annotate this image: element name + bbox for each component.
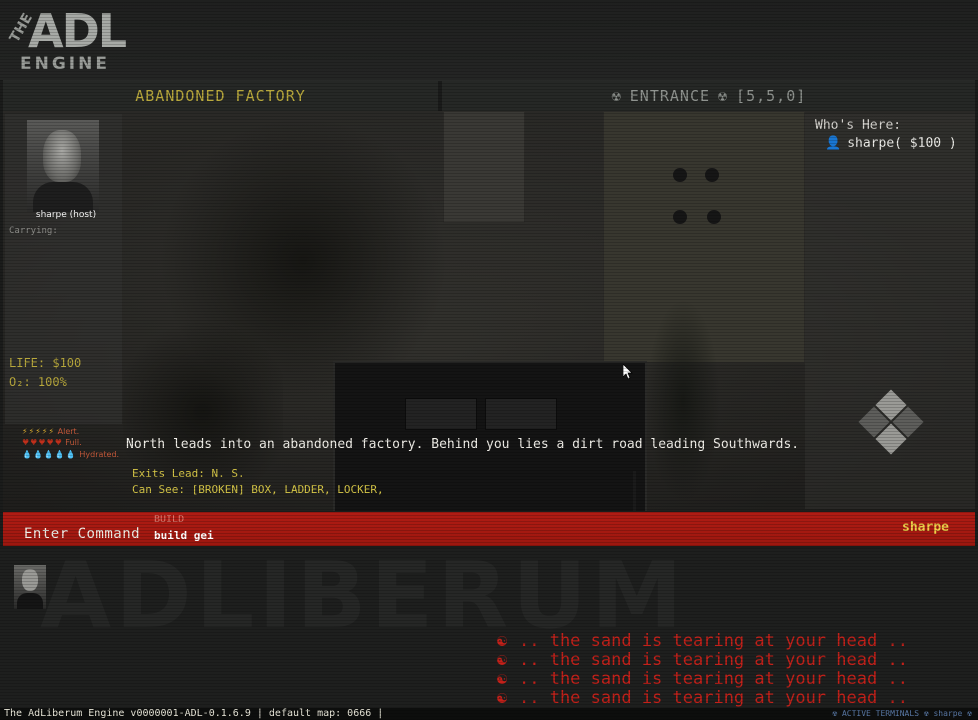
- command-input[interactable]: [151, 527, 657, 543]
- player-name: sharpe (host): [35, 210, 97, 220]
- avatar-body: [33, 182, 93, 212]
- chat-avatar[interactable]: [14, 565, 46, 609]
- pole: [633, 471, 636, 511]
- player-avatar[interactable]: [27, 120, 99, 212]
- wall-hole: [707, 210, 721, 224]
- door-window: [405, 398, 477, 430]
- water-drop-icon: 💧💧💧💧💧: [22, 450, 77, 459]
- yin-yang-icon: ☯: [497, 650, 508, 670]
- indicator-label: Alert.: [57, 427, 80, 436]
- command-bar: Enter Command BUILD sharpe: [3, 512, 975, 546]
- wall-hole: [673, 210, 687, 224]
- avatar-body: [17, 593, 43, 609]
- exits-list: Exits Lead: N. S.: [132, 467, 245, 480]
- user-name: sharpe( $100 ): [847, 136, 957, 151]
- window-frame: [443, 111, 525, 223]
- lightning-icon: ⚡⚡⚡⚡⚡: [22, 427, 56, 436]
- room-name: ENTRANCE: [629, 87, 711, 105]
- carrying-label: Carrying:: [9, 226, 58, 236]
- wall-hole: [673, 168, 687, 182]
- adliberum-watermark: ADLIBERUM: [40, 548, 687, 649]
- message-line: ☯.. the sand is tearing at your head ..: [497, 650, 908, 670]
- version-info: The AdLiberum Engine v0000001-ADL-0.1.6.…: [4, 708, 384, 719]
- whos-here-label: Who's Here:: [815, 118, 902, 133]
- logo-adl: ADL: [28, 4, 127, 58]
- header: THE ADL ENGINE: [0, 0, 978, 80]
- avatar-face: [43, 130, 81, 182]
- message-line: ☯.. the sand is tearing at your head ..: [497, 631, 908, 651]
- message-log: ☯.. the sand is tearing at your head .. …: [497, 632, 908, 708]
- visible-items: Can See: [BROKEN] BOX, LADDER, LOCKER,: [132, 483, 384, 496]
- door-window: [485, 398, 557, 430]
- command-hint: BUILD: [154, 514, 185, 525]
- command-user: sharpe: [902, 520, 949, 535]
- yin-yang-icon: ☯: [497, 688, 508, 708]
- command-label: Enter Command: [24, 526, 141, 542]
- water-indicator: 💧💧💧💧💧 Hydrated.: [22, 450, 119, 459]
- food-indicator: ♥♥♥♥♥ Full.: [22, 438, 82, 447]
- indicator-label: Full.: [65, 438, 82, 447]
- logo-engine: ENGINE: [20, 54, 110, 74]
- life-stat: LIFE: $100: [9, 356, 82, 370]
- tree: [643, 291, 723, 511]
- oxygen-stat: O₂: 100%: [9, 375, 67, 389]
- active-terminals: ☢ ACTIVE TERMINALS ☢ sharpe ☢: [832, 709, 972, 718]
- message-line: ☯.. the sand is tearing at your head ..: [497, 688, 908, 708]
- yin-yang-icon: ☯: [497, 631, 508, 651]
- room-coords: [5,5,0]: [736, 87, 807, 105]
- yin-yang-icon: ☯: [497, 669, 508, 689]
- room-title: ☢ ENTRANCE ☢ [5,5,0]: [443, 81, 975, 111]
- status-bar: The AdLiberum Engine v0000001-ADL-0.1.6.…: [0, 708, 978, 720]
- radiation-icon: ☢: [718, 87, 729, 105]
- user-icon: 👤: [825, 136, 842, 151]
- alert-indicator: ⚡⚡⚡⚡⚡ Alert.: [22, 427, 79, 436]
- chat-area: ADLIBERUM ☯.. the sand is tearing at you…: [0, 548, 978, 708]
- ivy-vines: [123, 311, 283, 511]
- avatar-face: [22, 569, 38, 591]
- user-list-item[interactable]: 👤 sharpe( $100 ): [825, 136, 957, 151]
- location-name: ABANDONED FACTORY: [3, 81, 442, 111]
- apple-icon: ♥♥♥♥♥: [22, 438, 63, 447]
- message-line: ☯.. the sand is tearing at your head ..: [497, 669, 908, 689]
- location-bar: ABANDONED FACTORY ☢ ENTRANCE ☢ [5,5,0]: [3, 80, 975, 112]
- compass: [858, 386, 924, 455]
- adl-engine-logo: THE ADL ENGINE: [6, 8, 131, 76]
- wall-hole: [705, 168, 719, 182]
- radiation-icon: ☢: [611, 87, 622, 105]
- mouse-cursor-icon: [623, 364, 633, 380]
- room-description: North leads into an abandoned factory. B…: [126, 437, 800, 452]
- indicator-label: Hydrated.: [79, 450, 120, 459]
